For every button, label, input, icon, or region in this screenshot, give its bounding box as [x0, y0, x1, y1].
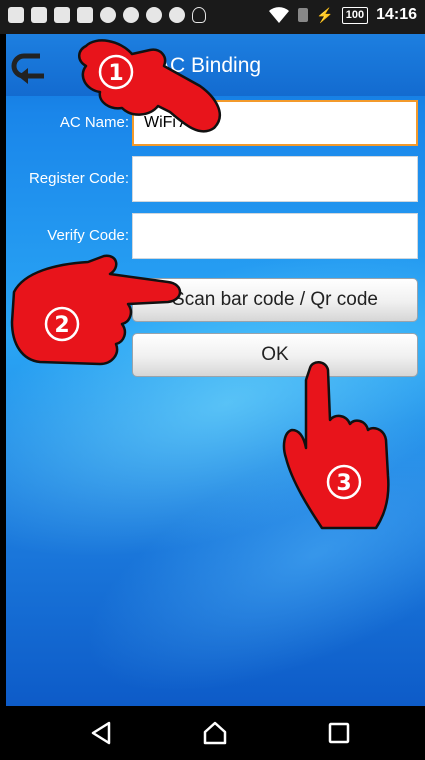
verify-code-input[interactable] — [132, 213, 418, 259]
register-code-input[interactable] — [132, 156, 418, 202]
ac-name-label: AC Name: — [59, 114, 129, 131]
ok-button[interactable]: OK — [132, 333, 418, 377]
cat-icon — [100, 7, 116, 23]
verify-code-row: Verify Code: — [6, 213, 425, 263]
app-screen: AC Binding AC Name: Register Code: Verif… — [6, 34, 425, 706]
scan-code-button[interactable]: Scan bar code / Qr code — [132, 278, 418, 322]
sim-icon — [298, 8, 309, 22]
ac-name-row: AC Name: — [6, 100, 425, 150]
back-arrow-icon — [11, 53, 44, 84]
battery-level: 100 — [341, 6, 369, 24]
register-code-row: Register Code: — [6, 156, 425, 206]
record-icon — [169, 7, 185, 23]
charging-icon: ⚡ — [316, 6, 334, 23]
page-title: AC Binding — [156, 54, 262, 77]
ac-name-input[interactable] — [132, 100, 418, 146]
clock: 14:16 — [376, 6, 417, 23]
verify-code-label: Verify Code: — [47, 227, 129, 244]
mail-icon — [77, 7, 93, 23]
gallery-icon — [31, 7, 47, 23]
chat-icon — [8, 7, 24, 23]
image-icon — [54, 7, 70, 23]
recents-icon[interactable] — [326, 720, 352, 746]
lightbulb-icon — [192, 7, 206, 23]
search-xl-icon — [123, 7, 139, 23]
back-button[interactable] — [10, 46, 54, 86]
title-bar: AC Binding — [6, 34, 425, 96]
navigation-bar — [0, 706, 425, 760]
status-bar: ⚡ 100 14:16 — [0, 0, 425, 34]
status-right: ⚡ 100 14:16 — [268, 6, 417, 24]
circle-icon — [146, 7, 162, 23]
notification-icons — [8, 7, 206, 23]
back-triangle-icon[interactable] — [88, 720, 114, 746]
home-icon[interactable] — [202, 720, 228, 746]
register-code-label: Register Code: — [28, 170, 129, 187]
wifi-icon — [269, 7, 290, 23]
